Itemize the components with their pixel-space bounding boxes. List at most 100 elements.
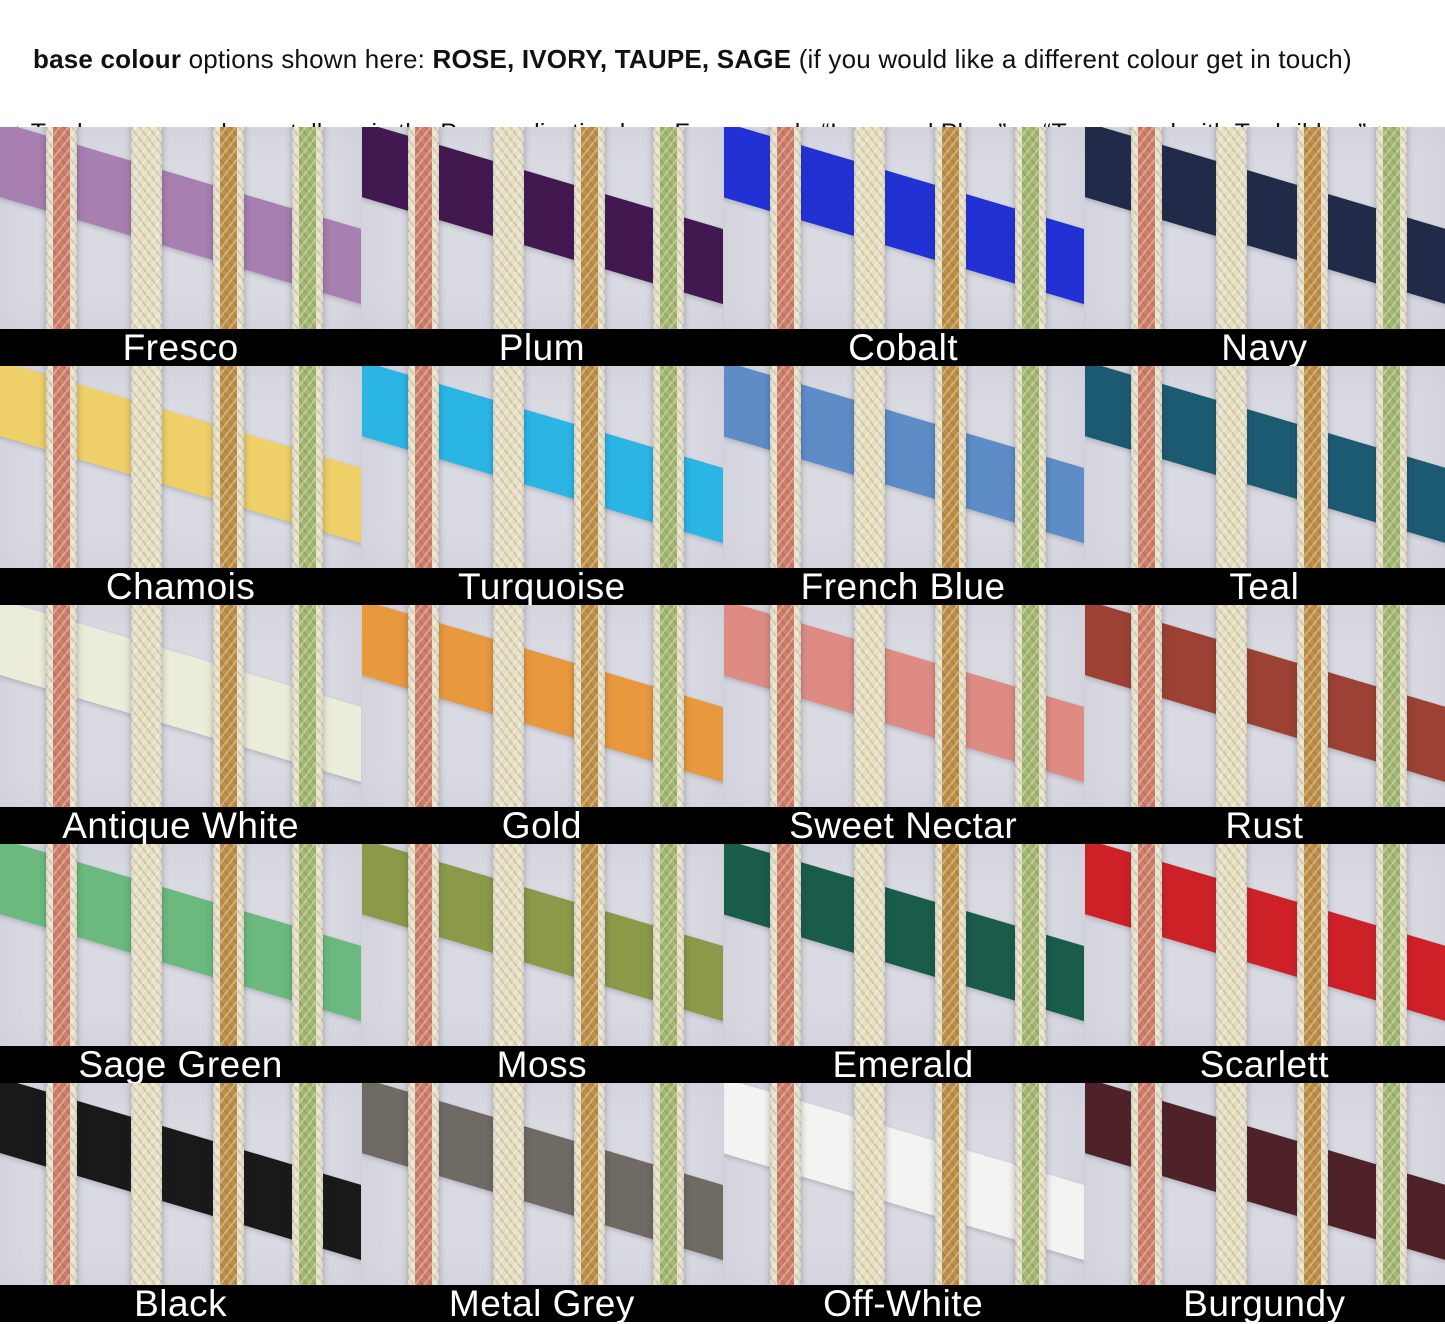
swatch-scarlett xyxy=(1084,844,1445,1046)
ivory-cord xyxy=(493,844,524,1046)
sage-cord xyxy=(1015,605,1046,807)
row-photos xyxy=(0,844,1445,1046)
swatch-label-cobalt: Cobalt xyxy=(723,329,1084,366)
swatch-label-rust: Rust xyxy=(1084,807,1445,844)
taupe-cord xyxy=(1297,1083,1328,1285)
sage-cord xyxy=(1376,605,1407,807)
row-label-banner: Chamois Turquoise French Blue Teal xyxy=(0,568,1445,605)
rose-cord xyxy=(46,366,77,568)
swatch-turquoise xyxy=(361,366,722,568)
rose-cord xyxy=(1131,844,1162,1046)
swatch-label-black: Black xyxy=(0,1285,361,1322)
sage-cord xyxy=(1376,1083,1407,1285)
ivory-cord xyxy=(1216,366,1247,568)
header-line1: base colour options shown here: ROSE, IV… xyxy=(33,44,1352,75)
taupe-cord xyxy=(1297,844,1328,1046)
sage-cord xyxy=(653,366,684,568)
rose-cord xyxy=(1131,127,1162,329)
rose-cord xyxy=(770,1083,801,1285)
sage-cord xyxy=(292,127,323,329)
taupe-cord xyxy=(574,127,605,329)
ivory-cord xyxy=(493,366,524,568)
taupe-cord xyxy=(935,1083,966,1285)
taupe-cord xyxy=(574,844,605,1046)
rose-cord xyxy=(408,844,439,1046)
swatch-teal xyxy=(1084,366,1445,568)
ivory-cord xyxy=(854,127,885,329)
swatch-row: Black Metal Grey Off-White Burgundy xyxy=(0,1083,1445,1322)
swatch-label-gold: Gold xyxy=(361,807,722,844)
swatch-label-chamois: Chamois xyxy=(0,568,361,605)
ivory-cord xyxy=(854,1083,885,1285)
rose-cord xyxy=(46,605,77,807)
ivory-cord xyxy=(131,366,162,568)
taupe-cord xyxy=(1297,366,1328,568)
row-photos xyxy=(0,1083,1445,1285)
taupe-cord xyxy=(935,366,966,568)
sage-cord xyxy=(292,844,323,1046)
swatch-label-scarlett: Scarlett xyxy=(1084,1046,1445,1083)
swatch-label-fresco: Fresco xyxy=(0,329,361,366)
swatch-label-antique-white: Antique White xyxy=(0,807,361,844)
taupe-cord xyxy=(574,1083,605,1285)
ivory-cord xyxy=(131,605,162,807)
ivory-cord xyxy=(1216,605,1247,807)
sage-cord xyxy=(653,605,684,807)
swatch-navy xyxy=(1084,127,1445,329)
swatch-label-moss: Moss xyxy=(361,1046,722,1083)
rose-cord xyxy=(408,366,439,568)
ivory-cord xyxy=(854,366,885,568)
swatch-sweet-nectar xyxy=(723,605,1084,807)
swatch-metal-grey xyxy=(361,1083,722,1285)
swatch-label-turquoise: Turquoise xyxy=(361,568,722,605)
taupe-cord xyxy=(574,605,605,807)
sage-cord xyxy=(1376,844,1407,1046)
row-photos xyxy=(0,127,1445,329)
swatch-label-sage-green: Sage Green xyxy=(0,1046,361,1083)
swatch-label-off-white: Off-White xyxy=(723,1285,1084,1322)
ivory-cord xyxy=(1216,1083,1247,1285)
ivory-cord xyxy=(854,844,885,1046)
taupe-cord xyxy=(1297,127,1328,329)
swatch-plum xyxy=(361,127,722,329)
ivory-cord xyxy=(1216,127,1247,329)
taupe-cord xyxy=(1297,605,1328,807)
rose-cord xyxy=(46,127,77,329)
swatch-moss xyxy=(361,844,722,1046)
sage-cord xyxy=(1015,127,1046,329)
swatch-label-plum: Plum xyxy=(361,329,722,366)
ivory-cord xyxy=(131,844,162,1046)
sage-cord xyxy=(1376,127,1407,329)
swatch-off-white xyxy=(723,1083,1084,1285)
rose-cord xyxy=(1131,366,1162,568)
swatch-label-emerald: Emerald xyxy=(723,1046,1084,1083)
sage-cord xyxy=(292,1083,323,1285)
rose-cord xyxy=(46,1083,77,1285)
swatch-label-metal-grey: Metal Grey xyxy=(361,1285,722,1322)
rose-cord xyxy=(408,1083,439,1285)
row-photos xyxy=(0,605,1445,807)
ivory-cord xyxy=(854,605,885,807)
swatch-label-navy: Navy xyxy=(1084,329,1445,366)
row-label-banner: Antique White Gold Sweet Nectar Rust xyxy=(0,807,1445,844)
header-line1-note: (if you would like a different colour ge… xyxy=(791,44,1352,74)
ivory-cord xyxy=(131,1083,162,1285)
rose-cord xyxy=(770,844,801,1046)
taupe-cord xyxy=(213,1083,244,1285)
taupe-cord xyxy=(935,605,966,807)
header-line1-text: options shown here: xyxy=(181,44,432,74)
rose-cord xyxy=(408,127,439,329)
taupe-cord xyxy=(935,127,966,329)
swatch-label-sweet-nectar: Sweet Nectar xyxy=(723,807,1084,844)
sage-cord xyxy=(1015,1083,1046,1285)
taupe-cord xyxy=(213,844,244,1046)
sage-cord xyxy=(1376,366,1407,568)
swatch-black xyxy=(0,1083,361,1285)
swatch-emerald xyxy=(723,844,1084,1046)
swatch-label-teal: Teal xyxy=(1084,568,1445,605)
taupe-cord xyxy=(213,605,244,807)
taupe-cord xyxy=(574,366,605,568)
sage-cord xyxy=(653,844,684,1046)
row-label-banner: Fresco Plum Cobalt Navy xyxy=(0,329,1445,366)
swatch-rust xyxy=(1084,605,1445,807)
